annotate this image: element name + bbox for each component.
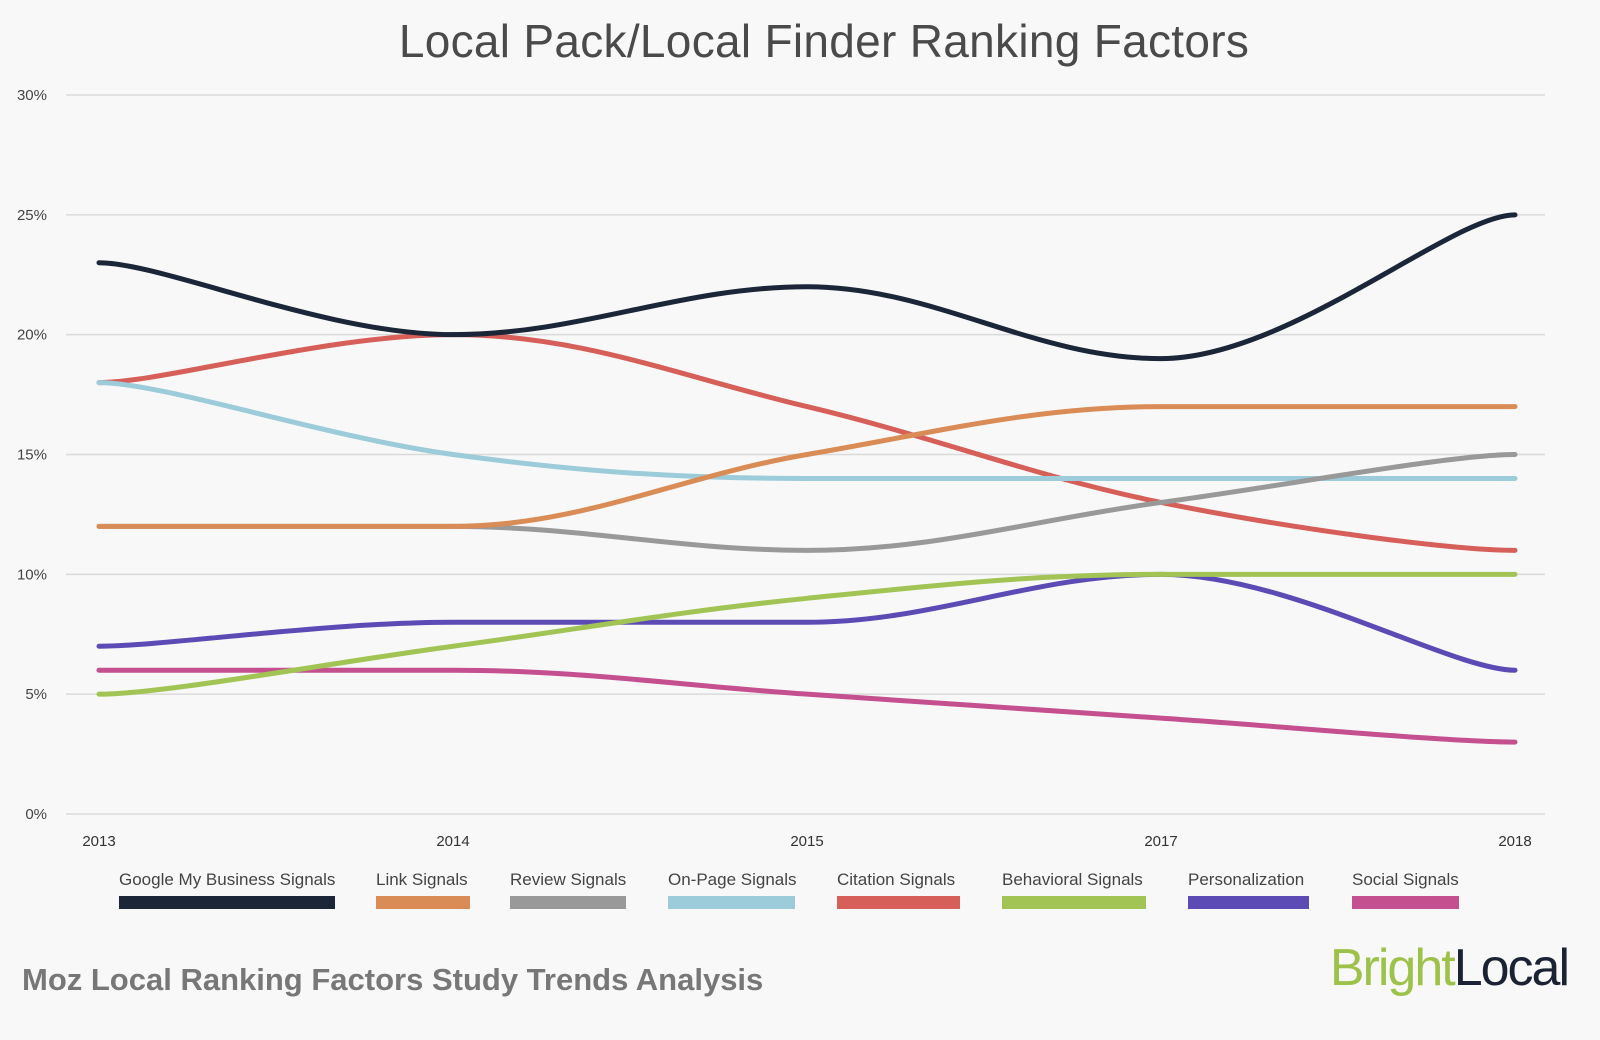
legend-swatch <box>376 896 470 909</box>
x-tick-label: 2014 <box>436 833 469 850</box>
legend-item-personalization[interactable]: Personalization <box>1188 870 1309 909</box>
y-tick-label: 15% <box>17 447 47 464</box>
legend-swatch <box>1188 896 1309 909</box>
y-axis: 0% 5% 10% 15% 20% 25% 30% <box>17 87 47 823</box>
legend-label: Personalization <box>1188 870 1305 889</box>
legend-swatch <box>837 896 960 909</box>
legend-swatch <box>119 896 335 909</box>
series-line-social-signals <box>96 667 1518 745</box>
legend-label: Review Signals <box>510 870 627 889</box>
y-tick-label: 30% <box>17 87 47 104</box>
legend-swatch <box>1002 896 1146 909</box>
line-chart: 0% 5% 10% 15% 20% 25% 30% 2013 2014 2015 2017 2018 <box>17 87 1545 850</box>
legend-swatch <box>510 896 626 909</box>
x-tick-label: 2018 <box>1498 833 1531 850</box>
legend-label: Social Signals <box>1352 870 1459 889</box>
legend-swatch <box>668 896 795 909</box>
legend-item-social-signals[interactable]: Social Signals <box>1352 870 1459 909</box>
x-tick-label: 2013 <box>82 833 115 850</box>
series-line-google-my-business-signals <box>96 212 1518 362</box>
y-tick-label: 25% <box>17 207 47 224</box>
series-line-behavioral-signals <box>96 571 1518 697</box>
legend-label: Citation Signals <box>837 870 956 889</box>
x-axis: 2013 2014 2015 2017 2018 <box>82 833 1531 850</box>
footer-subtitle: Moz Local Ranking Factors Study Trends A… <box>22 962 764 997</box>
legend-item-review-signals[interactable]: Review Signals <box>510 870 626 909</box>
series-line-citation-signals <box>96 332 1518 553</box>
x-tick-label: 2015 <box>790 833 823 850</box>
legend-label: Link Signals <box>376 870 468 889</box>
legend-label: Google My Business Signals <box>119 870 336 889</box>
y-tick-label: 20% <box>17 327 47 344</box>
series-line-personalization <box>96 571 1518 673</box>
legend-item-link-signals[interactable]: Link Signals <box>376 870 470 909</box>
series-line-review-signals <box>96 452 1518 553</box>
legend-label: On-Page Signals <box>668 870 797 889</box>
legend-item-citation-signals[interactable]: Citation Signals <box>837 870 960 909</box>
x-tick-label: 2017 <box>1144 833 1177 850</box>
series-lines <box>96 212 1518 745</box>
series-line-on-page-signals <box>96 380 1518 481</box>
legend-label: Behavioral Signals <box>1002 870 1143 889</box>
logo-local: Local <box>1453 939 1570 997</box>
y-tick-label: 10% <box>17 566 47 583</box>
legend-item-behavioral-signals[interactable]: Behavioral Signals <box>1002 870 1146 909</box>
logo-bright: Bright <box>1329 939 1456 997</box>
legend-item-on-page-signals[interactable]: On-Page Signals <box>668 870 797 909</box>
legend-swatch <box>1352 896 1459 909</box>
y-tick-label: 5% <box>25 686 47 703</box>
y-tick-label: 0% <box>25 806 47 823</box>
brightlocal-logo: BrightLocal <box>1329 938 1570 998</box>
legend: Google My Business Signals Link Signals Re… <box>0 870 1600 920</box>
legend-item-google-my-business-signals[interactable]: Google My Business Signals <box>119 870 335 909</box>
